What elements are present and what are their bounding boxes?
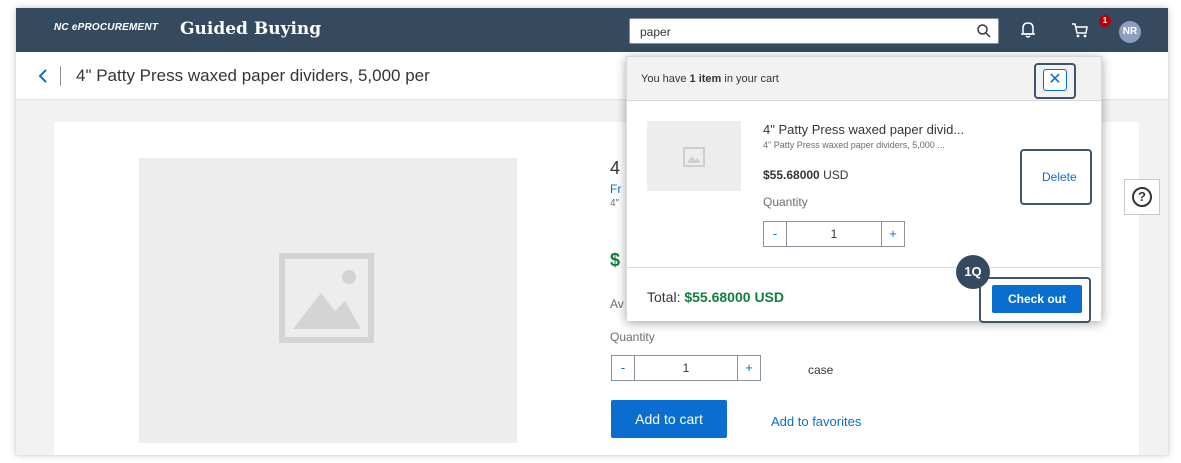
search-value[interactable]: paper — [640, 25, 671, 39]
search-input[interactable]: paper — [629, 18, 999, 44]
app-title: Guided Buying — [180, 19, 322, 39]
decrement-button[interactable]: - — [763, 221, 787, 247]
image-placeholder-icon — [683, 147, 705, 167]
user-avatar[interactable]: NR — [1119, 21, 1141, 43]
back-arrow-icon[interactable] — [36, 66, 50, 86]
cart-item-price: $55.68000 USD — [763, 168, 849, 182]
title-divider — [60, 66, 61, 86]
cart-item-description: 4" Patty Press waxed paper dividers, 5,0… — [763, 140, 945, 150]
bell-icon[interactable] — [1018, 20, 1038, 40]
help-button[interactable]: ? — [1124, 179, 1160, 215]
page-title: 4" Patty Press waxed paper dividers, 5,0… — [76, 66, 430, 85]
cart-quantity-stepper[interactable]: - 1 + — [763, 221, 913, 247]
shell-bar: NC ePROCUREMENT Guided Buying paper 1 NR — [16, 8, 1168, 52]
cart-icon[interactable] — [1070, 20, 1090, 40]
cart-summary-text: You have 1 item in your cart — [641, 73, 779, 85]
supplier-link-partial[interactable]: Fr — [610, 182, 621, 196]
increment-button[interactable]: + — [881, 221, 905, 247]
quantity-input[interactable]: 1 — [635, 355, 737, 381]
unit-label: case — [808, 363, 834, 377]
cart-quantity-input[interactable]: 1 — [787, 221, 881, 247]
product-image — [139, 158, 517, 443]
delete-highlight — [1020, 149, 1092, 205]
help-icon: ? — [1132, 187, 1152, 207]
search-icon[interactable] — [976, 23, 992, 39]
cart-item-image — [647, 121, 741, 191]
cart-popover-header: You have 1 item in your cart ✕ — [627, 57, 1101, 101]
product-title-partial: 4 — [610, 158, 621, 178]
cart-item-count: 1 item — [689, 73, 722, 85]
cart-popover: You have 1 item in your cart ✕ 4" Patty … — [626, 56, 1102, 323]
cart-item-name[interactable]: 4" Patty Press waxed paper divid... — [763, 122, 964, 137]
add-to-favorites-link[interactable]: Add to favorites — [771, 414, 861, 429]
image-placeholder-icon — [279, 253, 374, 343]
decrement-button[interactable]: - — [611, 355, 635, 381]
cart-total: Total: $55.68000 USD — [647, 289, 784, 305]
product-desc-partial: 4" — [610, 198, 620, 209]
brand-logo: NC ePROCUREMENT — [54, 22, 159, 33]
increment-button[interactable]: + — [737, 355, 761, 381]
price-partial: $ — [610, 250, 621, 270]
checkout-highlight — [979, 277, 1091, 323]
add-to-cart-button[interactable]: Add to cart — [611, 400, 727, 438]
close-highlight — [1034, 63, 1076, 99]
cart-count-badge: 1 — [1099, 15, 1111, 27]
cart-quantity-label: Quantity — [763, 195, 808, 209]
app-window: NC ePROCUREMENT Guided Buying paper 1 NR — [16, 8, 1168, 455]
quantity-label: Quantity — [610, 330, 655, 344]
step-marker-badge: 1Q — [956, 255, 990, 289]
availability-partial: Av — [610, 297, 624, 311]
quantity-stepper[interactable]: - 1 + — [611, 355, 761, 381]
